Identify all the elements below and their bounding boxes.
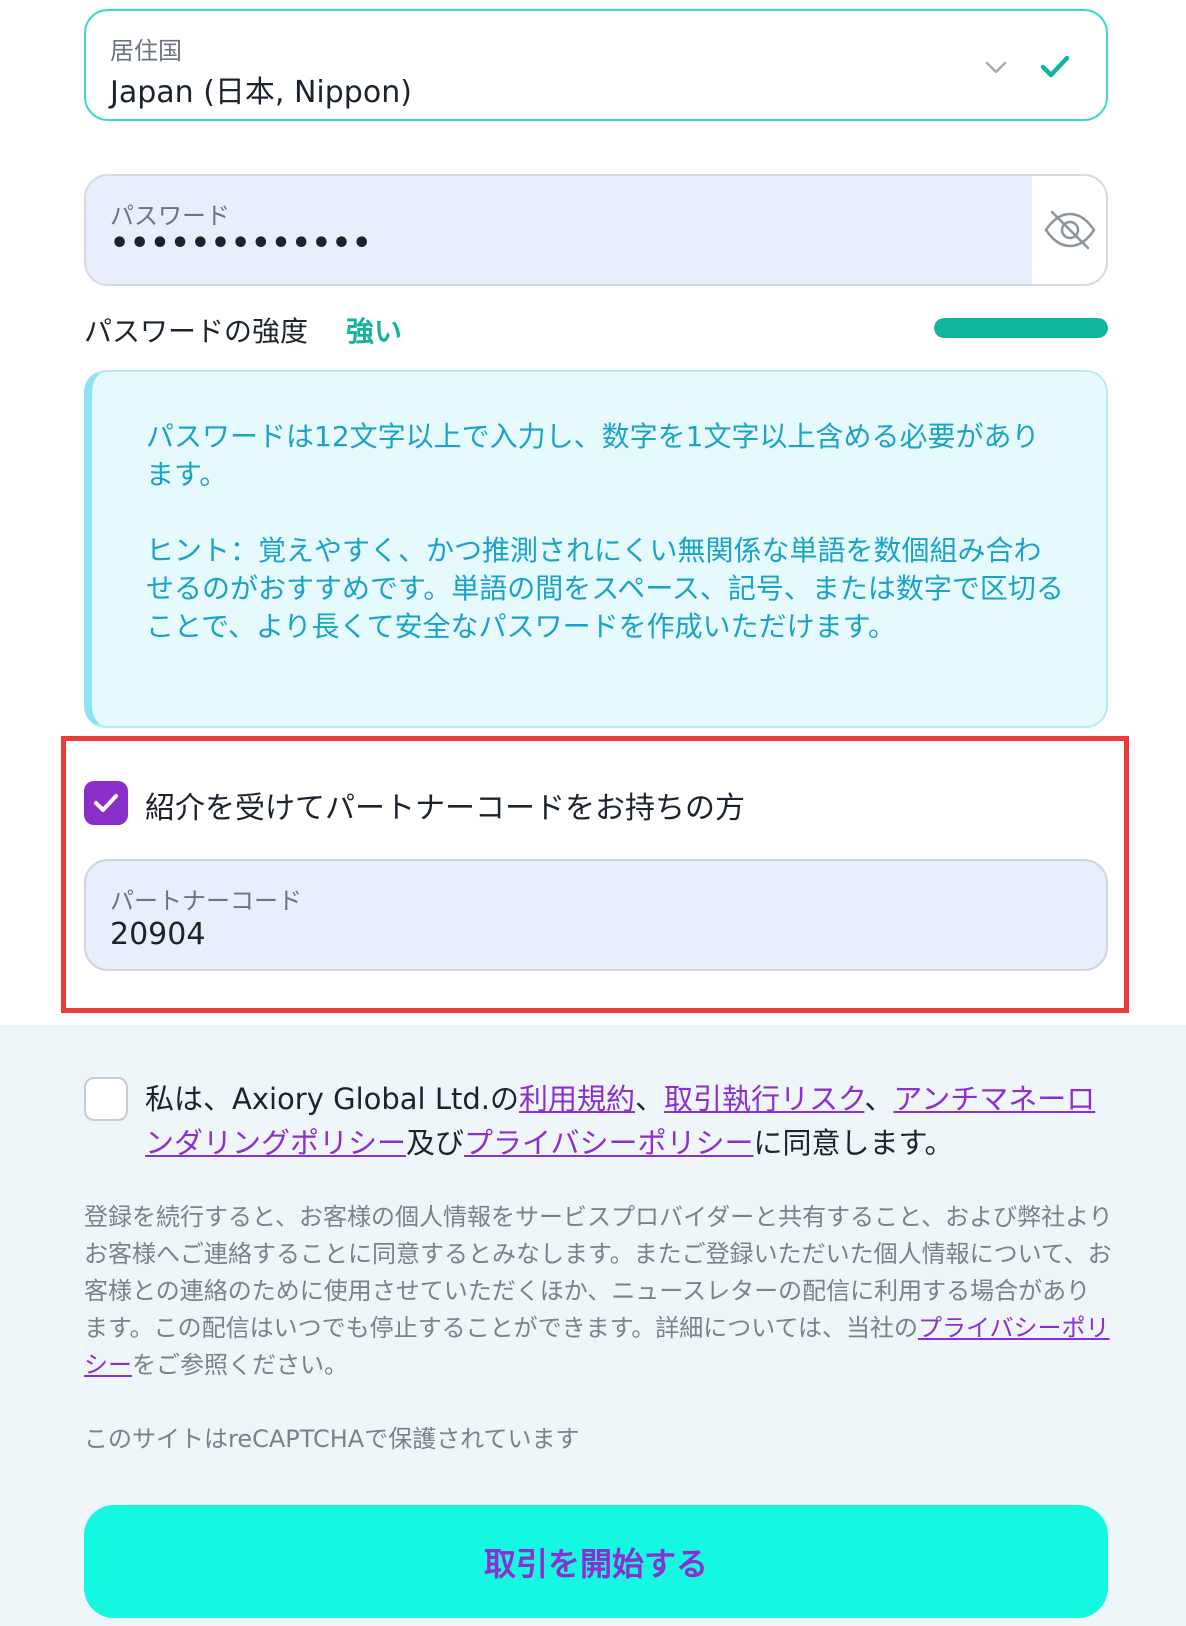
terms-prefix: 私は、Axiory Global Ltd.の	[145, 1082, 519, 1116]
partner-code-label: パートナーコード	[110, 887, 302, 915]
start-trading-button[interactable]: 取引を開始する	[84, 1505, 1108, 1618]
execution-risk-link[interactable]: 取引執行リスク	[664, 1082, 864, 1116]
strength-value: 強い	[346, 315, 403, 348]
strength-label: パスワードの強度	[84, 315, 309, 348]
valid-check-icon	[1040, 55, 1070, 78]
consent-text: 登録を続行すると、お客様の個人情報をサービスプロバイダーと共有すること、および弊…	[84, 1199, 1114, 1384]
terms-suffix: に同意します。	[753, 1126, 954, 1160]
hint-tip: ヒント：覚えやすく、かつ推測されにくい無関係な単語を数個組み合わせるのがおすすめ…	[146, 534, 1064, 643]
strength-bar-fill	[934, 318, 1108, 338]
partner-code-checkbox-label[interactable]: 紹介を受けてパートナーコードをお持ちの方	[145, 783, 745, 827]
partner-code-input[interactable]: パートナーコード 20904	[84, 859, 1108, 971]
password-value: •••••••••••••	[110, 226, 373, 261]
checkmark-icon	[94, 794, 118, 812]
consent-suffix: をご参照ください。	[132, 1351, 348, 1379]
country-select[interactable]: 居住国 Japan (日本, Nippon)	[84, 9, 1108, 121]
country-value: Japan (日本, Nippon)	[110, 75, 412, 110]
eye-slash-icon[interactable]	[1042, 208, 1098, 252]
privacy-policy-link[interactable]: プライバシーポリシー	[464, 1126, 753, 1160]
chevron-down-icon[interactable]	[982, 53, 1010, 81]
strength-bar	[934, 318, 1108, 338]
terms-of-use-link[interactable]: 利用規約	[519, 1082, 635, 1116]
terms-checkbox[interactable]	[84, 1077, 128, 1121]
password-field[interactable]: パスワード •••••••••••••	[84, 174, 1108, 286]
partner-code-value: 20904	[110, 917, 206, 952]
country-label: 居住国	[110, 37, 182, 65]
terms-sep-2: 、	[864, 1082, 894, 1116]
partner-code-checkbox[interactable]	[84, 781, 128, 825]
terms-text: 私は、Axiory Global Ltd.の利用規約、取引執行リスク、アンチマネ…	[145, 1077, 1105, 1165]
hint-requirement: パスワードは12文字以上で入力し、数字を1文字以上含める必要があります。	[146, 420, 1040, 491]
terms-sep-1: 、	[635, 1082, 665, 1116]
password-hint-box: パスワードは12文字以上で入力し、数字を1文字以上含める必要があります。 ヒント…	[84, 370, 1108, 728]
recaptcha-notice: このサイトはreCAPTCHAで保護されています	[84, 1425, 580, 1453]
password-toggle-area[interactable]	[1032, 176, 1106, 284]
terms-and: 及び	[406, 1126, 465, 1160]
